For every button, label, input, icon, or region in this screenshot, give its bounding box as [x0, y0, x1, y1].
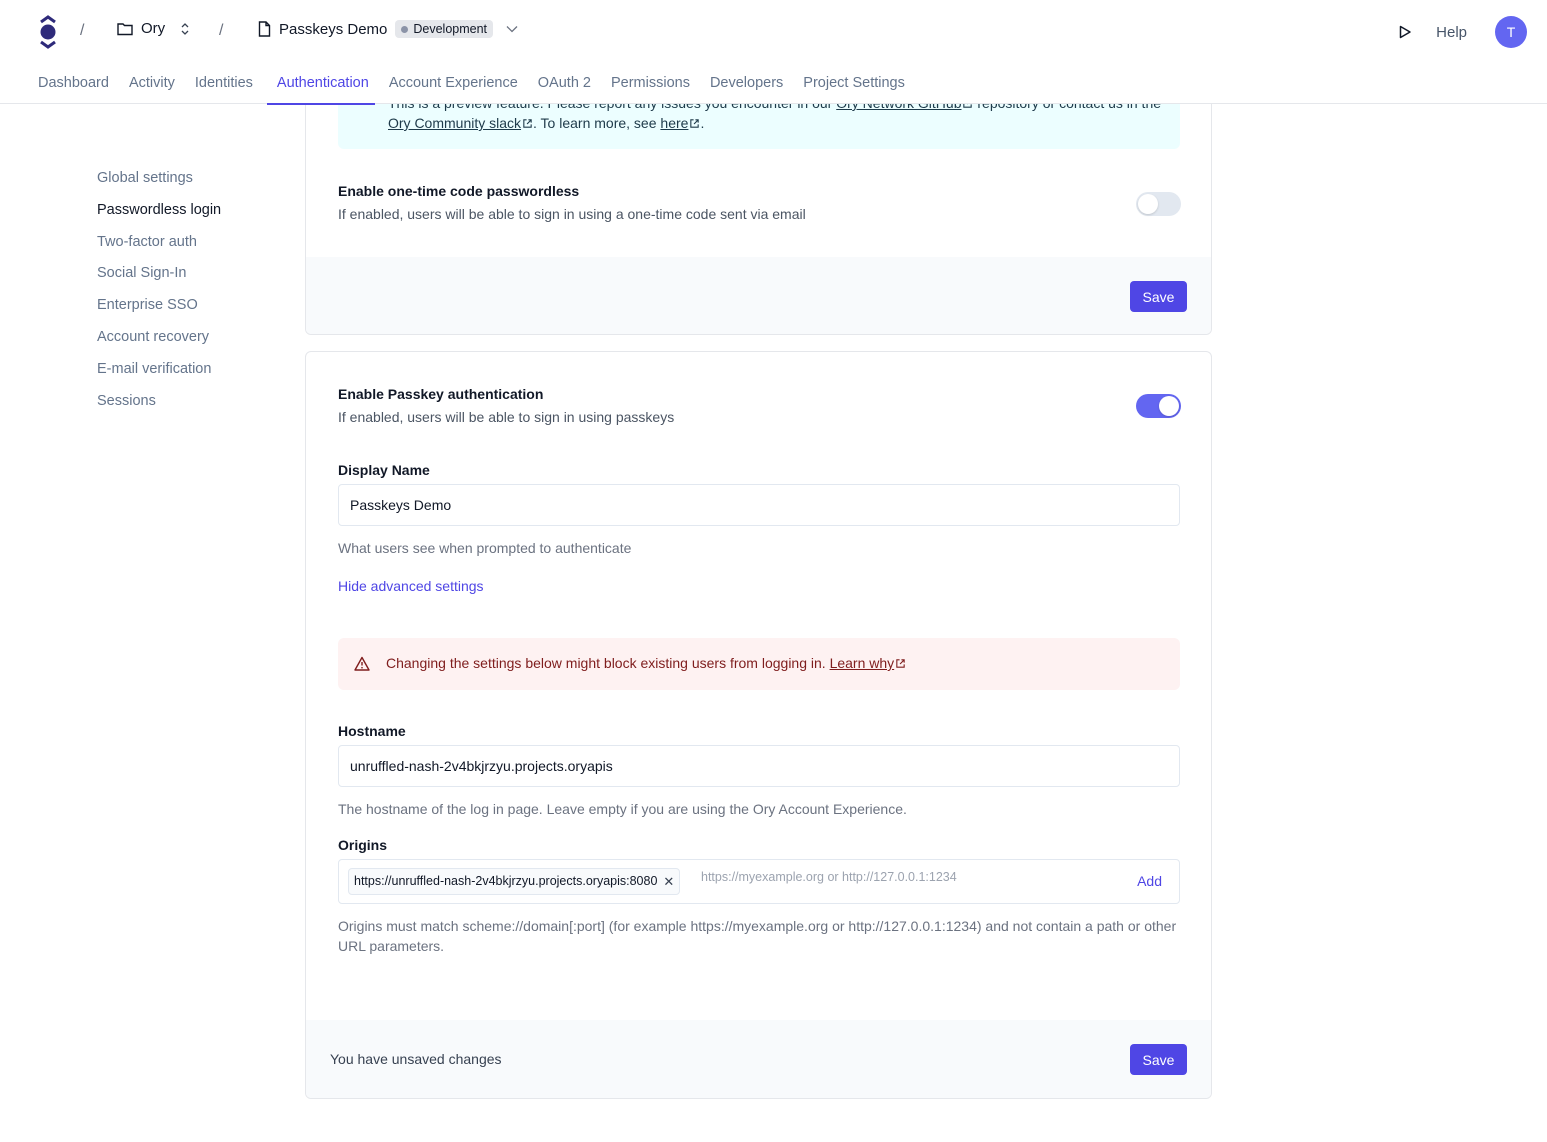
origin-chip-label: https://unruffled-nash-2v4bkjrzyu.projec…: [354, 874, 658, 888]
code-card-footer: Save: [306, 257, 1211, 334]
passkey-card-footer: You have unsaved changes Save: [306, 1020, 1211, 1098]
code-toggle-description: If enabled, users will be able to sign i…: [338, 206, 806, 222]
info-text-part: .: [700, 115, 705, 131]
origins-field: https://unruffled-nash-2v4bkjrzyu.projec…: [338, 859, 1180, 904]
save-button[interactable]: Save: [1130, 281, 1187, 312]
unsaved-changes-status: You have unsaved changes: [330, 1051, 502, 1067]
toggle-knob: [1159, 396, 1179, 416]
tab-identities[interactable]: Identities: [185, 64, 263, 104]
top-header: / Ory / Passkeys Demo Development Help T…: [0, 0, 1547, 105]
breadcrumb-separator: /: [219, 22, 224, 39]
tab-oauth2[interactable]: OAuth 2: [528, 64, 601, 104]
sidebar-item-passwordless-login[interactable]: Passwordless login: [97, 198, 221, 230]
settings-sidebar: Global settings Passwordless login Two-f…: [97, 166, 221, 420]
tab-permissions[interactable]: Permissions: [601, 64, 700, 104]
origin-chip: https://unruffled-nash-2v4bkjrzyu.projec…: [348, 868, 681, 895]
hostname-label: Hostname: [338, 723, 406, 739]
sidebar-item-account-recovery[interactable]: Account recovery: [97, 325, 221, 357]
passkey-card: Enable Passkey authentication If enabled…: [305, 351, 1212, 1099]
tab-activity[interactable]: Activity: [119, 64, 185, 104]
user-avatar[interactable]: T: [1495, 16, 1527, 48]
external-link-icon: [690, 119, 700, 128]
save-button[interactable]: Save: [1130, 1044, 1187, 1075]
environment-badge: Development: [395, 20, 494, 38]
slack-link[interactable]: Ory Community slack: [388, 115, 521, 131]
info-text-part: . To learn more, see: [533, 115, 661, 131]
help-link[interactable]: Help: [1436, 24, 1467, 41]
warning-triangle-icon: [354, 656, 370, 671]
passkey-toggle-description: If enabled, users will be able to sign i…: [338, 409, 675, 425]
chevron-up-down-icon: [181, 22, 189, 35]
origins-label: Origins: [338, 837, 388, 853]
breadcrumb-separator: /: [80, 22, 85, 39]
display-name-input[interactable]: [338, 484, 1180, 526]
tab-account-experience[interactable]: Account Experience: [375, 64, 528, 104]
origins-help: Origins must match scheme://domain[:port…: [338, 918, 1177, 954]
tab-authentication[interactable]: Authentication: [263, 64, 375, 105]
toggle-knob: [1138, 194, 1158, 214]
header-actions: Help T: [1398, 16, 1527, 48]
workspace-switcher[interactable]: Ory: [117, 20, 191, 37]
here-link[interactable]: here: [660, 115, 688, 131]
sidebar-item-two-factor-auth[interactable]: Two-factor auth: [97, 230, 221, 262]
add-origin-button[interactable]: Add: [1137, 873, 1162, 889]
status-dot-icon: [401, 25, 409, 33]
learn-why-link[interactable]: Learn why: [830, 655, 895, 671]
document-icon: [258, 21, 271, 37]
hostname-input[interactable]: [338, 745, 1180, 787]
code-passwordless-toggle[interactable]: [1136, 192, 1181, 216]
main-tabs: Dashboard Activity Identities Authentica…: [28, 64, 915, 105]
sidebar-item-sessions[interactable]: Sessions: [97, 389, 221, 421]
tab-dashboard[interactable]: Dashboard: [28, 64, 119, 104]
warning-alert: Changing the settings below might block …: [338, 638, 1180, 690]
display-name-help: What users see when prompted to authenti…: [338, 540, 632, 556]
sidebar-item-enterprise-sso[interactable]: Enterprise SSO: [97, 293, 221, 325]
sidebar-item-social-sign-in[interactable]: Social Sign-In: [97, 261, 221, 293]
hide-advanced-settings-link[interactable]: Hide advanced settings: [338, 578, 484, 594]
tab-developers[interactable]: Developers: [700, 64, 793, 104]
sidebar-item-email-verification[interactable]: E-mail verification: [97, 357, 221, 389]
code-toggle-title: Enable one-time code passwordless: [338, 183, 580, 199]
play-icon[interactable]: [1398, 25, 1412, 39]
sidebar-item-global-settings[interactable]: Global settings: [97, 166, 221, 198]
external-link-icon: [896, 659, 905, 668]
workspace-name: Ory: [141, 20, 166, 37]
origin-input[interactable]: [701, 870, 1121, 884]
project-switcher[interactable]: Passkeys Demo Development: [258, 20, 519, 38]
tab-project-settings[interactable]: Project Settings: [793, 64, 915, 104]
chevron-down-icon[interactable]: [505, 24, 519, 34]
display-name-label: Display Name: [338, 462, 430, 478]
passkey-toggle-title: Enable Passkey authentication: [338, 386, 544, 402]
warning-message: Changing the settings below might block …: [386, 655, 830, 671]
environment-label: Development: [413, 22, 488, 36]
ory-logo-icon[interactable]: [36, 14, 60, 50]
passkey-toggle[interactable]: [1136, 394, 1181, 418]
hostname-help: The hostname of the log in page. Leave e…: [338, 801, 907, 817]
folder-icon: [117, 22, 133, 35]
top-bar: / Ory / Passkeys Demo Development Help T: [0, 0, 1547, 64]
warning-text: Changing the settings below might block …: [386, 655, 906, 671]
project-name: Passkeys Demo: [279, 20, 388, 38]
external-link-icon: [523, 119, 532, 128]
remove-origin-icon[interactable]: ✕: [663, 869, 674, 894]
